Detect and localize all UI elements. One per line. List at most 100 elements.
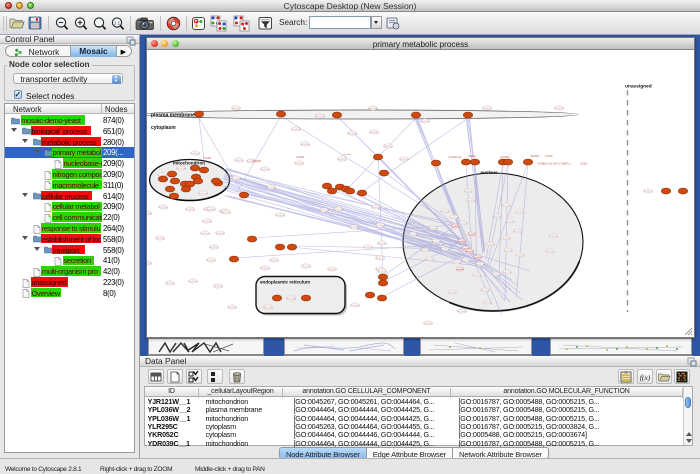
svg-text:Ybr33C(g): Ybr33C(g) <box>480 289 490 292</box>
svg-text:Ybr33C(g): Ybr33C(g) <box>263 306 273 309</box>
svg-text:Ybr33C(g): Ybr33C(g) <box>482 301 492 304</box>
svg-text:Ybr33C(g): Ybr33C(g) <box>503 249 513 252</box>
svg-text:Ybr33C(g): Ybr33C(g) <box>231 107 241 110</box>
svg-text:Ybr33C(g): Ybr33C(g) <box>260 168 270 171</box>
svg-text:Ybr33C(g): Ybr33C(g) <box>463 190 473 193</box>
svg-text:Ybr33C(g): Ybr33C(g) <box>337 158 347 161</box>
svg-text:Ybr33C(g): Ybr33C(g) <box>202 220 212 223</box>
svg-text:Ybr33C(g): Ybr33C(g) <box>371 206 381 209</box>
svg-text:Ygr88W: Ygr88W <box>451 225 460 228</box>
svg-text:Ybr33C(g): Ybr33C(g) <box>188 280 198 283</box>
svg-text:Ymr156C (g): Ymr156C (g) <box>448 156 461 159</box>
svg-text:Ybr33C(g): Ybr33C(g) <box>501 237 511 240</box>
svg-text:Ybr33C(g): Ybr33C(g) <box>505 220 515 223</box>
svg-text:Ybr33C(g): Ybr33C(g) <box>383 145 393 148</box>
svg-text:Ybr33C(g): Ybr33C(g) <box>215 232 225 235</box>
svg-text:Ybr33C(g): Ybr33C(g) <box>643 190 653 193</box>
svg-text:Ybr33C(g): Ybr33C(g) <box>502 271 512 274</box>
svg-text:unassigned: unassigned <box>625 84 652 90</box>
svg-text:Ybr33C(g): Ybr33C(g) <box>377 242 387 245</box>
svg-text:Ybr33C(g): Ybr33C(g) <box>515 254 525 257</box>
svg-text:Ybr33C(g): Ybr33C(g) <box>158 206 168 209</box>
svg-text:Ybr33C(g): Ybr33C(g) <box>266 186 276 189</box>
svg-text:Ybr33C(g): Ybr33C(g) <box>198 192 208 195</box>
svg-text:Ybr33C(g): Ybr33C(g) <box>147 262 152 265</box>
svg-text:Ybr33C(g): Ybr33C(g) <box>423 322 433 325</box>
svg-text:Ybr33C(g): Ybr33C(g) <box>428 227 438 230</box>
svg-text:Ybr33C(g): Ybr33C(g) <box>399 158 409 161</box>
svg-text:Ybr33C(g): Ybr33C(g) <box>190 152 200 155</box>
svg-text:Yil043C: Yil043C <box>468 156 476 158</box>
svg-text:Ybr33C(g): Ybr33C(g) <box>368 107 378 110</box>
svg-text:Ybr33C(g): Ybr33C(g) <box>492 215 502 218</box>
svg-text:Ybr33C(g): Ybr33C(g) <box>213 285 223 288</box>
svg-text:Ygr88W: Ygr88W <box>456 268 465 271</box>
svg-text:Ybr33C(g): Ybr33C(g) <box>515 211 525 214</box>
svg-text:nucleus: nucleus <box>480 170 498 175</box>
svg-text:Ybr33C(g): Ybr33C(g) <box>350 304 360 307</box>
svg-text:Ygr88W: Ygr88W <box>468 233 477 236</box>
svg-text:Ybr33C(g): Ybr33C(g) <box>377 270 387 273</box>
svg-text:Ybr33C(g): Ybr33C(g) <box>461 259 471 262</box>
svg-text:Ybr33C(g): Ybr33C(g) <box>294 162 304 165</box>
svg-text:Ybr33C(g): Ybr33C(g) <box>185 208 195 211</box>
svg-text:Ybr33C(g): Ybr33C(g) <box>165 282 175 285</box>
svg-text:Ybr33C(g): Ybr33C(g) <box>200 232 210 235</box>
svg-text:Ybr33C(g): Ybr33C(g) <box>369 131 379 134</box>
svg-text:Ymr089: Ymr089 <box>203 157 212 160</box>
svg-text:Ygr88W: Ygr88W <box>458 240 467 243</box>
svg-text:Ycl040W: Ycl040W <box>252 161 262 163</box>
svg-text:Ybr33C(g): Ybr33C(g) <box>482 107 492 110</box>
svg-text:Ybr33C(g): Ybr33C(g) <box>431 240 441 243</box>
svg-text:Ybr33C(g): Ybr33C(g) <box>485 243 495 246</box>
svg-text:Ybr33C(g): Ybr33C(g) <box>554 107 564 110</box>
svg-text:Ybr33C(g): Ybr33C(g) <box>333 208 343 211</box>
svg-text:Ygr88W: Ygr88W <box>466 250 475 253</box>
svg-text:Ybr33C(g): Ybr33C(g) <box>206 259 216 262</box>
svg-text:Ybr33C(g): Ybr33C(g) <box>513 230 523 233</box>
svg-text:Ybr33C(g): Ybr33C(g) <box>147 212 152 215</box>
svg-text:Ydl004W: Ydl004W <box>342 154 352 156</box>
svg-text:Ykl150W: Ykl150W <box>530 156 540 158</box>
svg-text:Ybr33C(g): Ybr33C(g) <box>234 159 244 162</box>
svg-text:f(x): f(x) <box>640 373 651 382</box>
svg-text:Ybr33C(g): Ybr33C(g) <box>548 235 558 238</box>
svg-text:plasma membrane: plasma membrane <box>151 113 195 119</box>
svg-text:Ybr33C(g): Ybr33C(g) <box>408 233 418 236</box>
svg-text:Ybr33C(g): Ybr33C(g) <box>452 261 462 264</box>
svg-text:Ybr33C(g): Ybr33C(g) <box>420 249 430 252</box>
svg-text:Ybr33C(g): Ybr33C(g) <box>231 177 241 180</box>
svg-text:Ybr33C(g): Ybr33C(g) <box>291 128 301 131</box>
svg-text:Ybr33C(g): Ybr33C(g) <box>209 246 219 249</box>
svg-text:Ybr33C(g): Ybr33C(g) <box>363 246 373 249</box>
svg-text:Ybr33C(g): Ybr33C(g) <box>260 267 270 270</box>
svg-text:Ybr33C(g): Ybr33C(g) <box>227 306 237 309</box>
svg-text:Ybr33C(g): Ybr33C(g) <box>319 209 329 212</box>
svg-text:Ybr33C(g): Ybr33C(g) <box>206 208 216 211</box>
svg-text:Ybr33C(g): Ybr33C(g) <box>375 224 385 227</box>
svg-text:Ybr33C(g): Ybr33C(g) <box>375 257 385 260</box>
svg-text:Ybr33C(g): Ybr33C(g) <box>440 248 450 251</box>
svg-text:Ynl038W-a Ypr124C-b Ydl067C-c: Ynl038W-a Ypr124C-b Ydl067C-c <box>537 163 572 166</box>
svg-text:Ybr33C(g): Ybr33C(g) <box>155 237 165 240</box>
svg-text:Ygr88W: Ygr88W <box>474 256 483 259</box>
svg-text:endoplasmic reticulum: endoplasmic reticulum <box>260 280 310 285</box>
svg-text:Ydr044: Ydr044 <box>545 155 553 158</box>
svg-text:Ybr33C(g): Ybr33C(g) <box>440 210 450 213</box>
svg-text:Ybr33C(g): Ybr33C(g) <box>301 265 311 268</box>
svg-text:Ygr88W: Ygr88W <box>462 247 471 250</box>
svg-text:Ybr33C(g): Ybr33C(g) <box>349 226 359 229</box>
svg-text:Ygl187: Ygl187 <box>580 164 588 166</box>
svg-text:Ybr046W: Ybr046W <box>500 156 510 159</box>
svg-text:Ybr33C(g): Ybr33C(g) <box>458 222 468 225</box>
svg-text:Ybr33C(g): Ybr33C(g) <box>425 258 435 261</box>
svg-text:1:1: 1:1 <box>114 20 121 25</box>
svg-text:cytoplasm: cytoplasm <box>151 125 176 131</box>
svg-text:Ybr33C(g): Ybr33C(g) <box>545 250 555 253</box>
svg-text:Ybr33C(g): Ybr33C(g) <box>501 204 511 207</box>
svg-text:Ybr33C(g): Ybr33C(g) <box>300 143 310 146</box>
svg-text:Ybr33C(g): Ybr33C(g) <box>457 310 467 313</box>
svg-text:Ybr33C(g): Ybr33C(g) <box>475 263 485 266</box>
svg-text:Ybr33C(g): Ybr33C(g) <box>286 297 296 300</box>
svg-text:Ybr33C(g): Ybr33C(g) <box>176 167 186 170</box>
